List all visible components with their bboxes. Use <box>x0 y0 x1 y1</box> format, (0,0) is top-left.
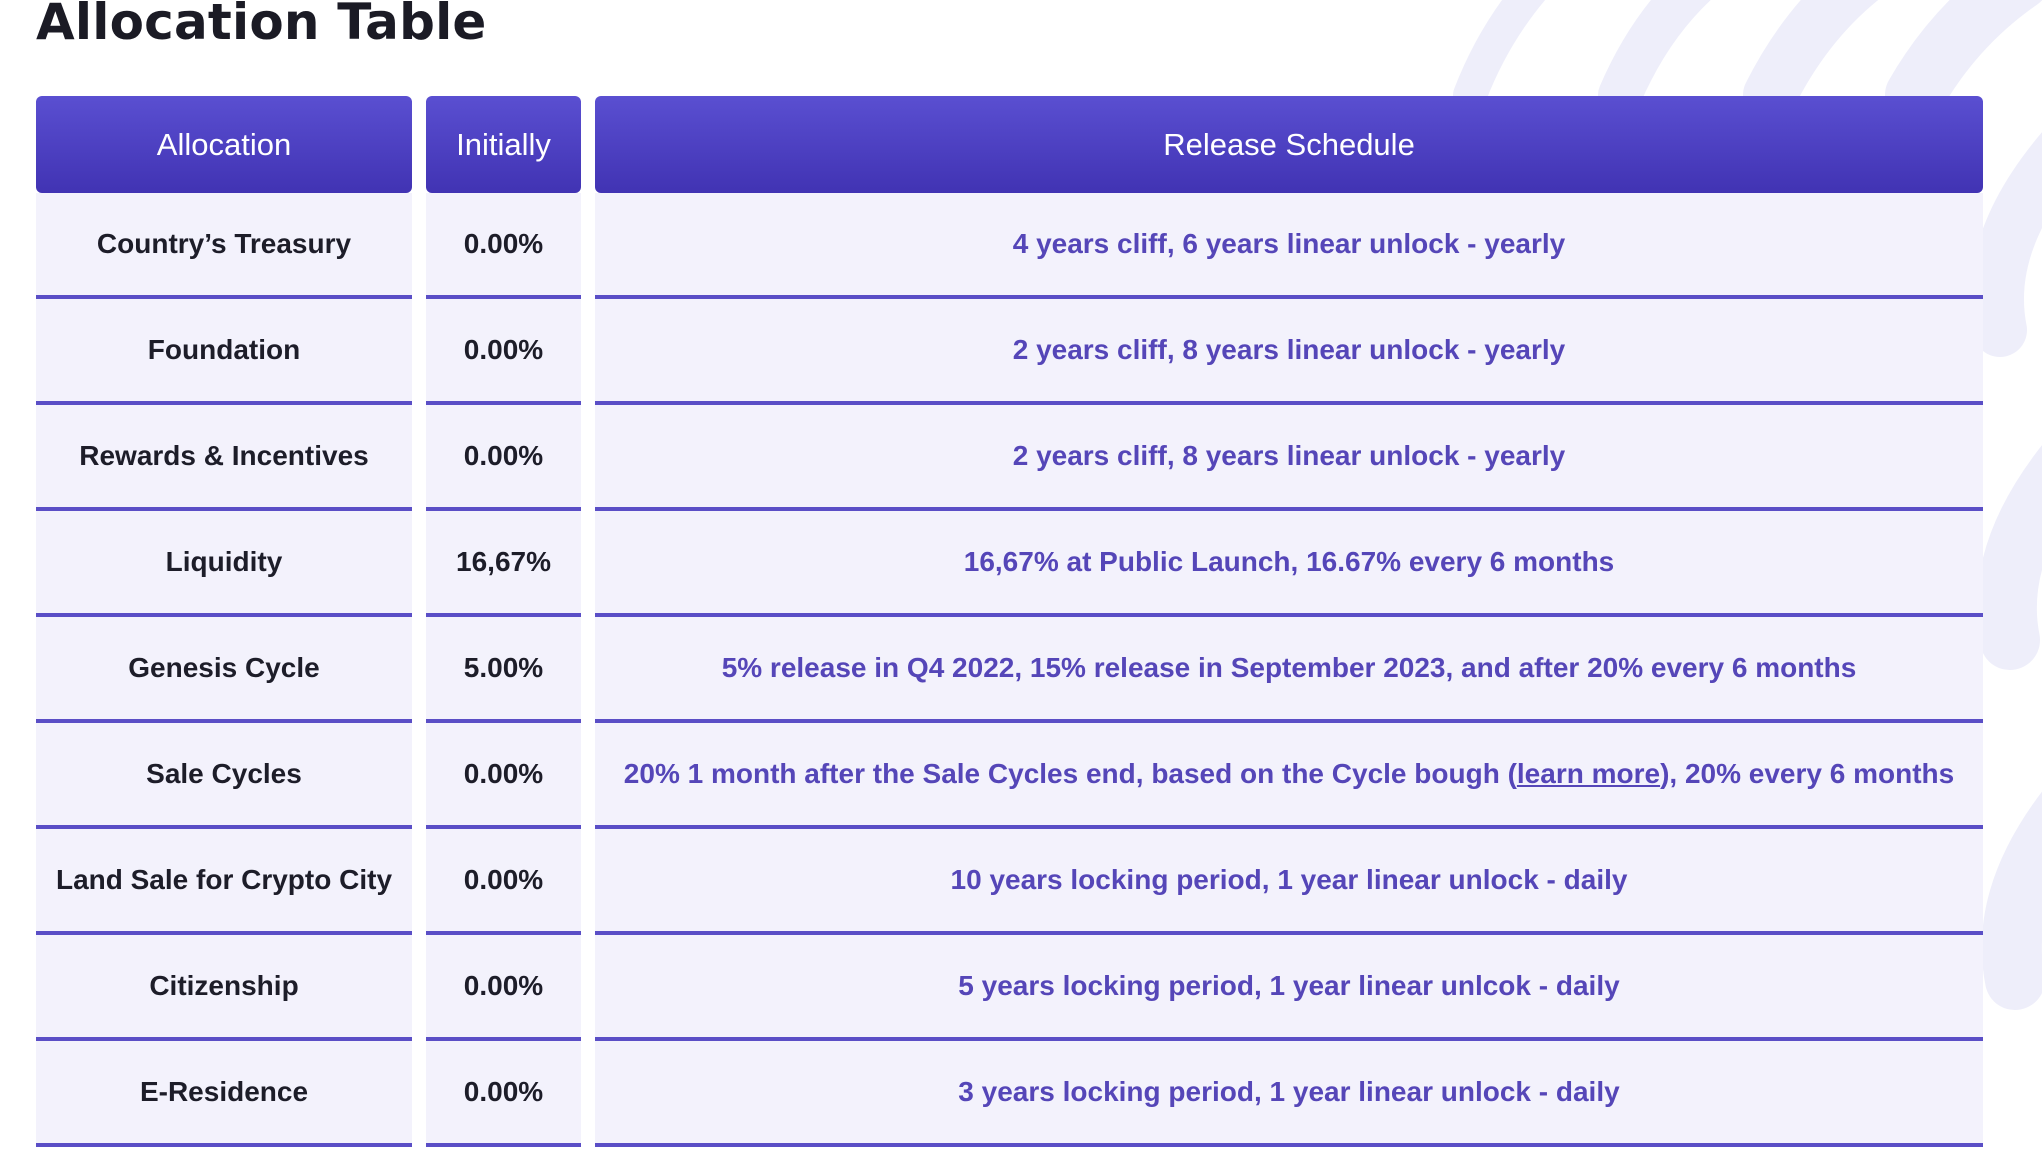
allocation-name-cell: Rewards & Incentives <box>36 405 412 511</box>
table-row: Land Sale for Crypto City 0.00% 10 years… <box>36 829 1983 935</box>
release-schedule-cell: 10 years locking period, 1 year linear u… <box>595 829 1983 935</box>
release-text-before-link: 20% 1 month after the Sale Cycles end, b… <box>623 758 1517 789</box>
allocation-name-cell: Country’s Treasury <box>36 193 412 299</box>
allocation-name-cell: Sale Cycles <box>36 723 412 829</box>
release-text-after-link: ), 20% every 6 months <box>1660 758 1955 789</box>
allocation-table: Allocation Initially Release Schedule Co… <box>36 96 1983 1147</box>
learn-more-link[interactable]: learn more <box>1517 758 1660 790</box>
release-schedule-cell: 20% 1 month after the Sale Cycles end, b… <box>595 723 1983 829</box>
header-release-schedule: Release Schedule <box>595 96 1983 193</box>
header-initially: Initially <box>426 96 581 193</box>
initial-percent-cell: 0.00% <box>426 935 581 1041</box>
initial-percent-cell: 0.00% <box>426 829 581 935</box>
header-allocation: Allocation <box>36 96 412 193</box>
table-row: Citizenship 0.00% 5 years locking period… <box>36 935 1983 1041</box>
release-schedule-cell: 16,67% at Public Launch, 16.67% every 6 … <box>595 511 1983 617</box>
release-schedule-cell: 3 years locking period, 1 year linear un… <box>595 1041 1983 1147</box>
allocation-name-cell: Genesis Cycle <box>36 617 412 723</box>
table-row: Sale Cycles 0.00% 20% 1 month after the … <box>36 723 1983 829</box>
allocation-name-cell: Foundation <box>36 299 412 405</box>
initial-percent-cell: 0.00% <box>426 723 581 829</box>
allocation-name-cell: Liquidity <box>36 511 412 617</box>
page-title: Allocation Table <box>36 0 487 51</box>
table-row: Genesis Cycle 5.00% 5% release in Q4 202… <box>36 617 1983 723</box>
initial-percent-cell: 0.00% <box>426 193 581 299</box>
initial-percent-cell: 0.00% <box>426 299 581 405</box>
table-row: Liquidity 16,67% 16,67% at Public Launch… <box>36 511 1983 617</box>
release-schedule-cell: 2 years cliff, 8 years linear unlock - y… <box>595 299 1983 405</box>
initial-percent-cell: 0.00% <box>426 405 581 511</box>
release-schedule-cell: 5% release in Q4 2022, 15% release in Se… <box>595 617 1983 723</box>
release-schedule-cell: 5 years locking period, 1 year linear un… <box>595 935 1983 1041</box>
allocation-name-cell: Citizenship <box>36 935 412 1041</box>
table-row: Foundation 0.00% 2 years cliff, 8 years … <box>36 299 1983 405</box>
initial-percent-cell: 16,67% <box>426 511 581 617</box>
table-row: E-Residence 0.00% 3 years locking period… <box>36 1041 1983 1147</box>
table-header-row: Allocation Initially Release Schedule <box>36 96 1983 193</box>
table-row: Rewards & Incentives 0.00% 2 years cliff… <box>36 405 1983 511</box>
release-schedule-cell: 2 years cliff, 8 years linear unlock - y… <box>595 405 1983 511</box>
initial-percent-cell: 0.00% <box>426 1041 581 1147</box>
release-schedule-cell: 4 years cliff, 6 years linear unlock - y… <box>595 193 1983 299</box>
initial-percent-cell: 5.00% <box>426 617 581 723</box>
table-row: Country’s Treasury 0.00% 4 years cliff, … <box>36 193 1983 299</box>
allocation-name-cell: E-Residence <box>36 1041 412 1147</box>
allocation-name-cell: Land Sale for Crypto City <box>36 829 412 935</box>
